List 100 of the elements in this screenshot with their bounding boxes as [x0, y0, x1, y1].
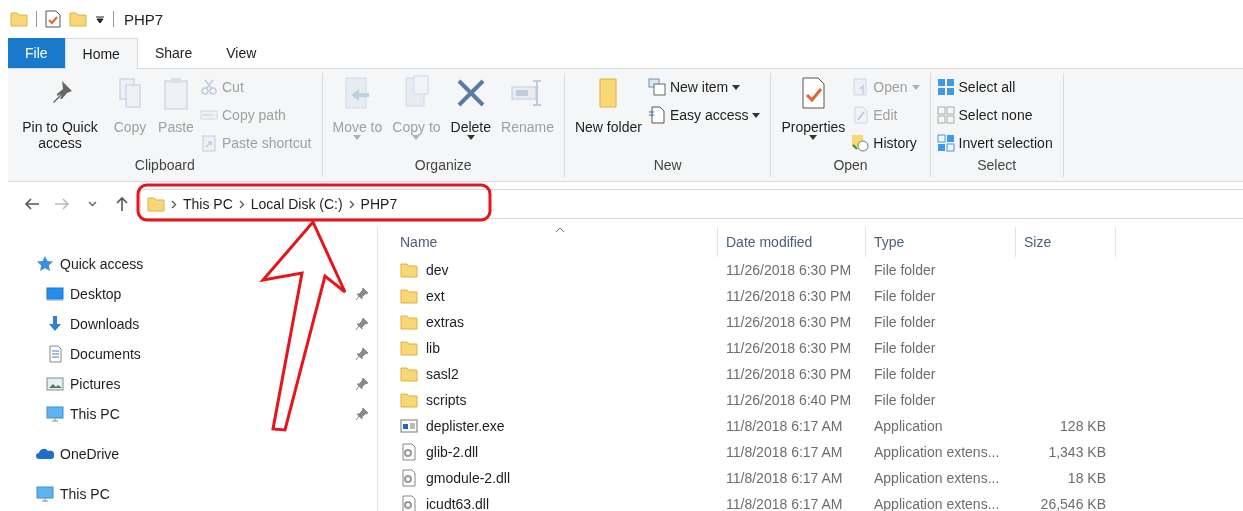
- breadcrumb-item[interactable]: Local Disk (C:): [250, 196, 343, 212]
- pin-icon: [355, 407, 369, 421]
- file-name: glib-2.dll: [392, 443, 718, 461]
- table-cell-text: 11/8/2018 6:17 AM: [725, 496, 844, 511]
- sidebar-item[interactable]: Quick access: [0, 249, 377, 279]
- sidebar-item[interactable]: Desktop: [0, 279, 377, 309]
- chevron-icon: [87, 201, 97, 207]
- file-row[interactable]: gmodule-2.dll 11/8/2018 6:17 AM Application extens... 18 KB: [392, 465, 1243, 491]
- group-label: Open: [832, 157, 869, 175]
- application-icon: [400, 417, 418, 435]
- properties-icon[interactable]: [45, 10, 61, 28]
- ribbon-tab[interactable]: View: [209, 38, 274, 68]
- ribbon-button[interactable]: Select all: [936, 75, 1057, 99]
- ribbon-button[interactable]: Pin to Quick access: [14, 73, 106, 153]
- ribbon-button[interactable]: Properties: [777, 73, 850, 142]
- shortcut-icon: [200, 134, 218, 152]
- group-label: Organize: [413, 157, 473, 175]
- ribbon-tab[interactable]: Home: [64, 38, 138, 69]
- scissors-icon: [200, 78, 218, 96]
- window-title: PHP7: [124, 10, 164, 28]
- table-cell-text: 11/26/2018 6:30 PM: [725, 314, 853, 330]
- sidebar-item[interactable]: OneDrive: [0, 439, 377, 469]
- chevron-icon: [238, 199, 245, 209]
- document-icon: [647, 106, 666, 124]
- dropdown-icon[interactable]: [95, 14, 105, 24]
- ribbon-button[interactable]: History: [851, 131, 924, 155]
- sort-icon: [554, 227, 565, 233]
- document-icon: [46, 345, 64, 363]
- table-cell-text: File folder: [873, 262, 937, 278]
- table-cell-text: 18 KB: [1066, 470, 1107, 486]
- caret-icon: [732, 84, 741, 90]
- monitor-icon: [36, 485, 54, 503]
- table-cell-text: File folder: [873, 340, 937, 356]
- file-row[interactable]: extras 11/26/2018 6:30 PM File folder: [392, 309, 1243, 335]
- group-label: New: [652, 157, 683, 175]
- table-cell-text: 1,343 KB: [1047, 444, 1107, 460]
- group-label: Clipboard: [133, 157, 196, 175]
- file-row[interactable]: ext 11/26/2018 6:30 PM File folder: [392, 283, 1243, 309]
- picture-icon: [46, 375, 64, 393]
- file-name: scripts: [392, 391, 718, 409]
- file-name: dev: [392, 261, 718, 279]
- column-header[interactable]: Date modified: [718, 227, 866, 257]
- ribbon-button[interactable]: New folder: [570, 73, 646, 137]
- file-row[interactable]: glib-2.dll 11/8/2018 6:17 AM Application extens... 1,343 KB: [392, 439, 1243, 465]
- sidebar-item[interactable]: Documents: [0, 339, 377, 369]
- chevron-icon: [171, 199, 177, 209]
- table-cell-text: 26,546 KB: [1039, 496, 1107, 511]
- ribbon-button[interactable]: Delete: [446, 73, 496, 142]
- table-cell-text: Application extens...: [873, 444, 1001, 460]
- monitor-icon: [46, 405, 64, 423]
- file-name: extras: [392, 313, 718, 331]
- desktop-icon: [46, 285, 64, 303]
- pin-icon: [355, 347, 369, 361]
- file-row[interactable]: scripts 11/26/2018 6:40 PM File folder: [392, 387, 1243, 413]
- file-row[interactable]: icudt63.dll 11/8/2018 6:17 AM Application extens... 26,546 KB: [392, 491, 1243, 511]
- ribbon-button[interactable]: New item: [647, 75, 765, 99]
- ribbon-button[interactable]: Select none: [936, 103, 1057, 127]
- caret-icon: [752, 112, 761, 118]
- caret-icon: [412, 135, 421, 140]
- arrow-icon: [115, 196, 129, 212]
- invert-selection-icon: [936, 134, 955, 152]
- table-cell-text: 11/26/2018 6:30 PM: [725, 288, 853, 304]
- breadcrumb-item[interactable]: This PC: [183, 196, 233, 212]
- table-cell-text: 11/26/2018 6:30 PM: [725, 262, 853, 278]
- file-row[interactable]: dev 11/26/2018 6:30 PM File folder: [392, 257, 1243, 283]
- column-header[interactable]: Size: [1016, 227, 1116, 257]
- file-name: ext: [392, 287, 718, 305]
- file-row[interactable]: sasl2 11/26/2018 6:30 PM File folder: [392, 361, 1243, 387]
- file-menu-tab[interactable]: File: [8, 38, 65, 68]
- table-cell-text: 11/26/2018 6:30 PM: [725, 340, 853, 356]
- chevron-icon: [348, 199, 355, 209]
- breadcrumb-item[interactable]: PHP7: [360, 196, 398, 212]
- pin-icon: [355, 377, 369, 391]
- sidebar-item[interactable]: This PC: [0, 479, 377, 509]
- sidebar-item[interactable]: Pictures: [0, 369, 377, 399]
- table-cell-text: Application extens...: [873, 470, 1001, 486]
- column-header[interactable]: Name: [392, 227, 718, 257]
- ribbon-tab[interactable]: Share: [137, 38, 210, 68]
- file-name: sasl2: [392, 365, 718, 383]
- table-cell-text: 11/8/2018 6:17 AM: [725, 444, 844, 460]
- sidebar-item[interactable]: Downloads: [0, 309, 377, 339]
- file-row[interactable]: lib 11/26/2018 6:30 PM File folder: [392, 335, 1243, 361]
- table-cell-text: 11/8/2018 6:17 AM: [725, 470, 844, 486]
- caret-icon: [466, 135, 475, 140]
- column-header[interactable]: Type: [866, 227, 1016, 257]
- file-name: lib: [392, 339, 718, 357]
- caret-icon: [809, 135, 818, 140]
- table-cell-text: File folder: [873, 392, 937, 408]
- ribbon-button[interactable]: Easy access: [647, 103, 765, 127]
- file-row[interactable]: deplister.exe 11/8/2018 6:17 AM Application 128 KB: [392, 413, 1243, 439]
- table-cell-text: Application extens...: [873, 496, 1001, 511]
- caret-icon: [353, 135, 362, 140]
- table-cell-text: File folder: [873, 288, 937, 304]
- table-cell-text: File folder: [873, 366, 937, 382]
- arrow-icon: [54, 197, 70, 211]
- pin-icon: [355, 287, 369, 301]
- address-bar[interactable]: This PC Local Disk (C:) PHP7: [140, 189, 1243, 219]
- table-cell-text: 128 KB: [1059, 418, 1107, 434]
- ribbon-button[interactable]: Invert selection: [936, 131, 1057, 155]
- sidebar-item[interactable]: This PC: [0, 399, 377, 429]
